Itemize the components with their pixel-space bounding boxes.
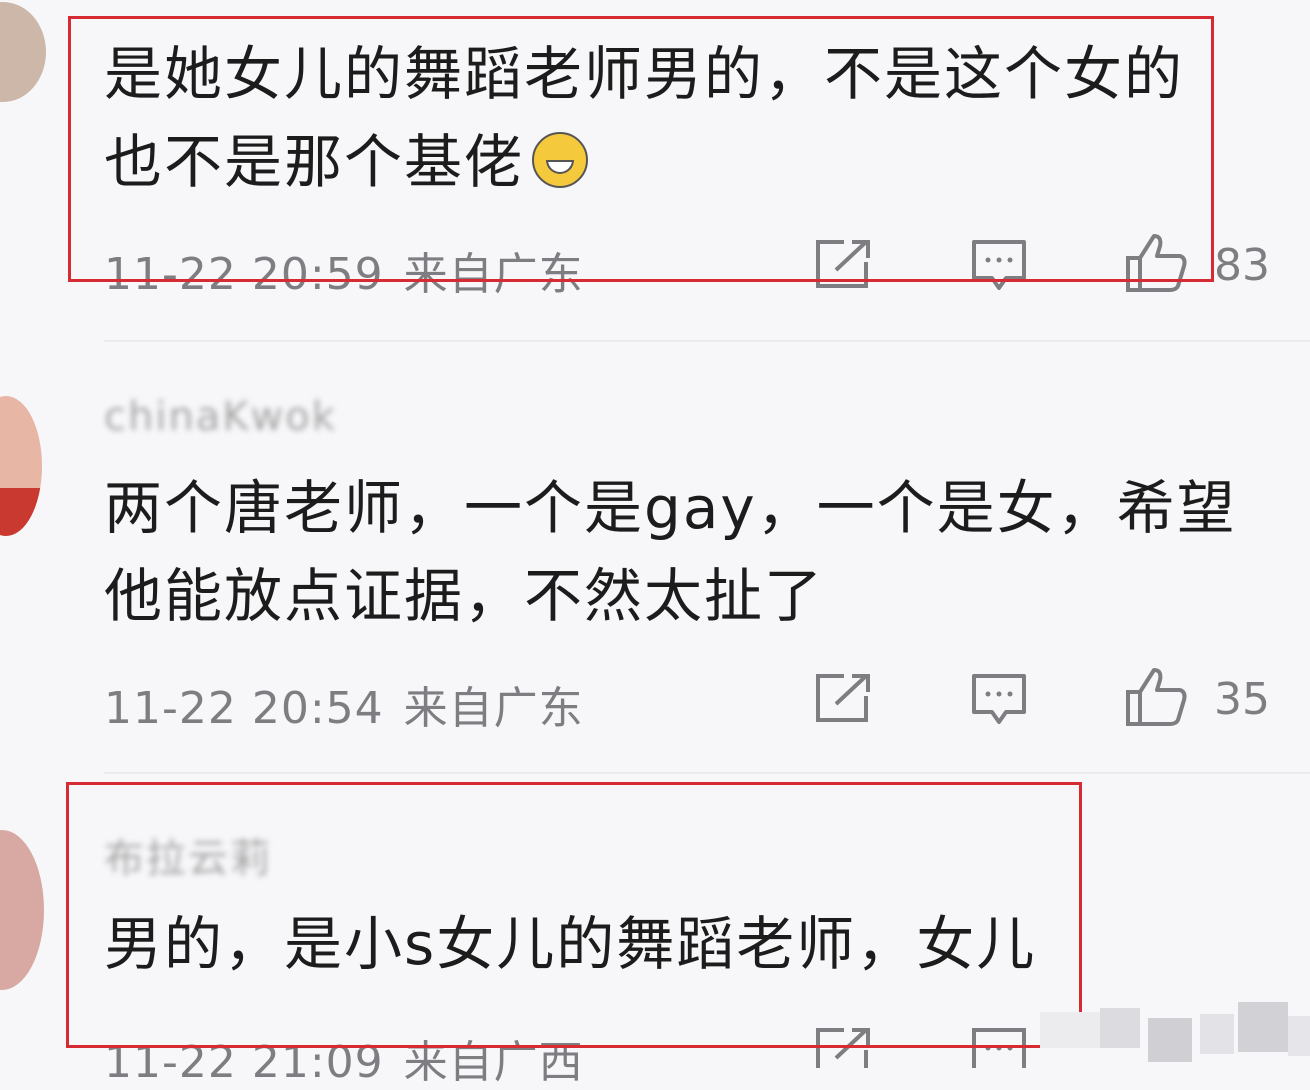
like-count: 35 [1214,674,1270,725]
timestamp: 11-22 20:54 [104,683,384,734]
highlight-box [68,16,1214,282]
comment-meta: 11-22 20:54 来自广东 [104,672,584,736]
avatar[interactable] [0,830,44,990]
username[interactable]: chinaKwok [104,394,337,440]
watermark [1040,998,1310,1068]
like-count: 83 [1214,240,1270,291]
comment-text-line: 他能放点证据，不然太扯了 [104,562,825,630]
avatar[interactable] [0,396,42,536]
share-icon[interactable] [814,672,872,724]
location: 来自广东 [403,683,584,734]
avatar[interactable] [0,2,46,102]
comment-text-line: 两个唐老师，一个是gay，一个是女，希望 [104,474,1237,542]
divider [104,772,1310,774]
divider [104,340,1310,342]
comment-text: 两个唐老师，一个是gay，一个是女，希望 他能放点证据，不然太扯了 [104,464,1264,640]
comment-icon[interactable] [970,672,1028,728]
comment-2: chinaKwok 两个唐老师，一个是gay，一个是女，希望 他能放点证据，不然… [0,350,1310,770]
comment-1: 是她女儿的舞蹈老师男的，不是这个女的 也不是那个基佬 11-22 20:59 来自… [0,0,1310,330]
highlight-box [66,782,1082,1048]
comment-3: 布拉云莉 男的，是小s女儿的舞蹈老师，女儿 11-22 21:09 来自广西 [0,780,1310,1088]
like-icon[interactable] [1124,666,1188,728]
